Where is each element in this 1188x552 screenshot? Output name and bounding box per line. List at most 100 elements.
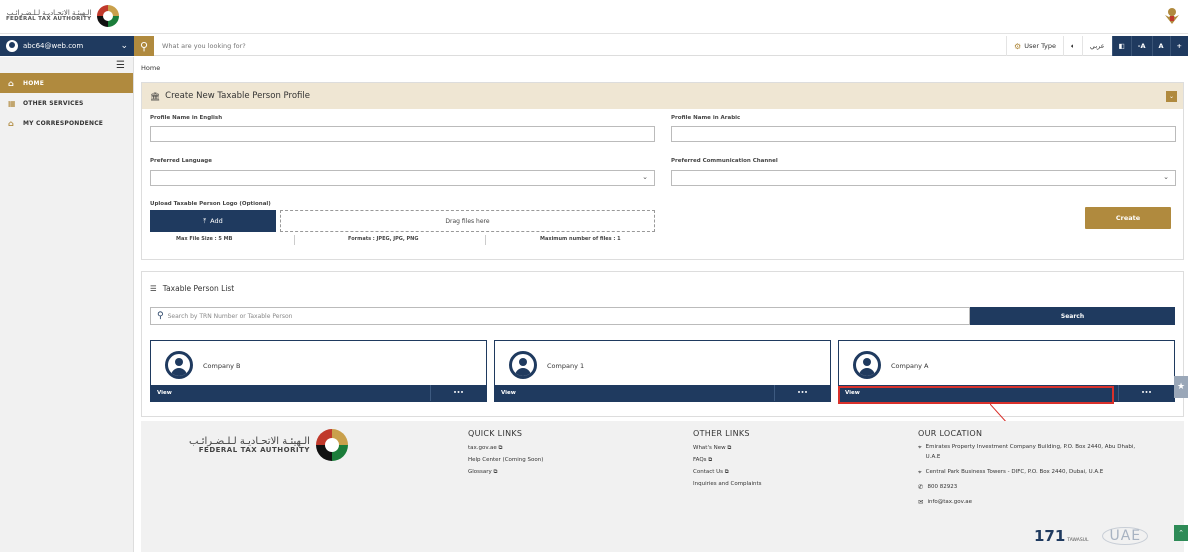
- audio-button[interactable]: 🔈︎: [1063, 36, 1082, 56]
- search-placeholder: Search by TRN Number or Taxable Person: [167, 312, 293, 320]
- view-button[interactable]: View: [151, 385, 431, 401]
- footer-logo-text: الـهيئـة الاتحـاديـة لـلـضـرائـب FEDERAL…: [189, 436, 310, 455]
- quick-links: QUICK LINKS tax.gov.ae ⧉ Help Center (Co…: [468, 429, 543, 478]
- other-link[interactable]: Inquiries and Complaints: [693, 478, 761, 490]
- divider: [294, 235, 295, 245]
- phone-icon: ✆: [918, 483, 924, 491]
- external-link-icon: ⧉: [498, 445, 503, 451]
- hamburger-menu-icon[interactable]: ☰: [0, 57, 133, 73]
- preferred-language-select[interactable]: ⌄: [150, 170, 655, 186]
- company-name: Company 1: [547, 362, 585, 370]
- contrast-button[interactable]: ◧: [1111, 36, 1131, 56]
- other-link[interactable]: Contact Us ⧉: [693, 466, 761, 478]
- font-decrease-button[interactable]: -A: [1130, 36, 1152, 56]
- font-increase-button[interactable]: +: [1169, 36, 1188, 56]
- global-search-input[interactable]: [156, 36, 976, 56]
- fta-logo[interactable]: الـهيئـة الاتحـاديـة لـلـضـرائـب FEDERAL…: [6, 5, 120, 27]
- address-dubai: ⌖ Central Park Business Towers - DIFC, P…: [918, 467, 1158, 477]
- quick-links-title: QUICK LINKS: [468, 429, 523, 438]
- nav-tools: ⚙ User Type 🔈︎ عربي ◧ -A A +: [1006, 36, 1188, 56]
- footer-partner-logos: 171 TAWASUL UAE: [1034, 527, 1149, 545]
- company-avatar-icon: [165, 351, 193, 379]
- breadcrumb[interactable]: Home: [141, 64, 160, 72]
- home-icon: ⌂: [8, 78, 14, 88]
- collapse-panel-button[interactable]: ⌄: [1166, 91, 1177, 102]
- address-text: Central Park Business Towers - DIFC, P.O…: [925, 469, 1104, 475]
- tawasul-logo[interactable]: 171 TAWASUL: [1034, 527, 1088, 545]
- search-button[interactable]: Search: [970, 307, 1175, 325]
- phone[interactable]: ✆ 800 82923: [918, 482, 1158, 492]
- quick-link[interactable]: Glossary ⧉: [468, 466, 543, 478]
- tawasul-number: 171: [1034, 527, 1066, 545]
- speaker-icon: 🔈︎: [1071, 41, 1075, 50]
- user-avatar-icon: [6, 40, 18, 52]
- quick-link[interactable]: Help Center (Coming Soon): [468, 454, 543, 466]
- chevron-down-icon: ⌄: [642, 173, 648, 181]
- profile-name-ar-input[interactable]: [671, 126, 1176, 142]
- favorites-star-icon[interactable]: ★: [1174, 376, 1188, 398]
- email-address: info@tax.gov.ae: [927, 499, 972, 505]
- location-title: OUR LOCATION: [918, 429, 983, 438]
- preferred-channel-label: Preferred Communication Channel: [671, 158, 778, 164]
- upload-logo-label: Upload Taxable Person Logo (Optional): [150, 201, 271, 207]
- location-pin-icon: ⌖: [918, 468, 922, 476]
- upload-icon: ⤒: [203, 216, 207, 225]
- other-links-title: OTHER LINKS: [693, 429, 750, 438]
- list-title: Taxable Person List: [162, 284, 235, 293]
- footer-fta-logo[interactable]: الـهيئـة الاتحـاديـة لـلـضـرائـب FEDERAL…: [189, 429, 348, 461]
- email[interactable]: ✉ info@tax.gov.ae: [918, 497, 1158, 507]
- search-icon[interactable]: ⚲: [134, 36, 154, 56]
- company-card: Company 1 View •••: [494, 340, 831, 402]
- profile-name-ar-label: Profile Name in Arabic: [671, 115, 741, 121]
- external-link-icon: ⧉: [708, 457, 713, 463]
- other-link-label: FAQs: [693, 457, 707, 463]
- font-normal-button[interactable]: A: [1151, 36, 1170, 56]
- footer-logo-english: FEDERAL TAX AUTHORITY: [198, 445, 310, 454]
- profile-name-en-label: Profile Name in English: [150, 115, 223, 121]
- user-type-button[interactable]: ⚙ User Type: [1006, 36, 1063, 56]
- search-icon: ⚲: [157, 311, 164, 321]
- language-toggle[interactable]: عربي: [1081, 36, 1112, 56]
- quick-link[interactable]: tax.gov.ae ⧉: [468, 442, 543, 454]
- sidebar-item-other-services[interactable]: ▦ OTHER SERVICES: [0, 93, 133, 113]
- gear-icon: ⚙: [1014, 41, 1022, 51]
- uae-logo[interactable]: UAE: [1102, 527, 1149, 545]
- add-label: Add: [210, 217, 223, 225]
- profile-name-en-input[interactable]: [150, 126, 655, 142]
- add-file-button[interactable]: ⤒ Add: [150, 210, 276, 232]
- external-link-icon: ⧉: [724, 469, 729, 475]
- user-email: abc64@web.com: [23, 42, 84, 50]
- sidebar-item-my-correspondence[interactable]: ⌂ MY CORRESPONDENCE: [0, 113, 133, 133]
- scroll-to-top-icon[interactable]: ⌃: [1174, 525, 1188, 541]
- create-button[interactable]: Create: [1085, 207, 1171, 229]
- building-icon: ▦: [8, 98, 16, 108]
- taxable-person-search-input[interactable]: ⚲ Search by TRN Number or Taxable Person: [150, 307, 970, 325]
- more-options-button[interactable]: •••: [1118, 385, 1174, 401]
- company-card: Company B View •••: [150, 340, 487, 402]
- other-link[interactable]: What's New ⧉: [693, 442, 761, 454]
- bank-icon: ⌂: [8, 118, 14, 128]
- preferred-channel-select[interactable]: ⌄: [671, 170, 1176, 186]
- file-dropzone[interactable]: Drag files here: [280, 210, 655, 232]
- quick-link-label: tax.gov.ae: [468, 445, 497, 451]
- sidebar-item-home[interactable]: ⌂ HOME: [0, 73, 133, 93]
- max-file-size: Max File Size : 5 MB: [176, 236, 233, 242]
- our-location: OUR LOCATION ⌖ Emirates Property Investm…: [918, 429, 1158, 512]
- panel-title: Create New Taxable Person Profile: [165, 91, 310, 101]
- other-link[interactable]: FAQs ⧉: [693, 454, 761, 466]
- other-link-label: Contact Us: [693, 469, 724, 475]
- max-files: Maximum number of files : 1: [540, 236, 621, 242]
- more-options-button[interactable]: •••: [430, 385, 486, 401]
- fta-logo-english: FEDERAL TAX AUTHORITY: [6, 15, 92, 22]
- view-button[interactable]: View: [495, 385, 775, 401]
- create-profile-panel: 🏛︎ Create New Taxable Person Profile ⌄ P…: [141, 82, 1184, 260]
- sidebar-item-label: OTHER SERVICES: [23, 99, 84, 107]
- other-links: OTHER LINKS What's New ⧉ FAQs ⧉ Contact …: [693, 429, 761, 490]
- footer: الـهيئـة الاتحـاديـة لـلـضـرائـب FEDERAL…: [141, 421, 1184, 552]
- uae-emblem-icon: [1165, 8, 1179, 24]
- user-menu[interactable]: abc64@web.com ⌄: [0, 36, 134, 56]
- sidebar-item-label: MY CORRESPONDENCE: [23, 119, 104, 127]
- contrast-icon: ◧: [1118, 42, 1125, 50]
- more-options-button[interactable]: •••: [774, 385, 830, 401]
- phone-number: 800 82923: [927, 484, 958, 490]
